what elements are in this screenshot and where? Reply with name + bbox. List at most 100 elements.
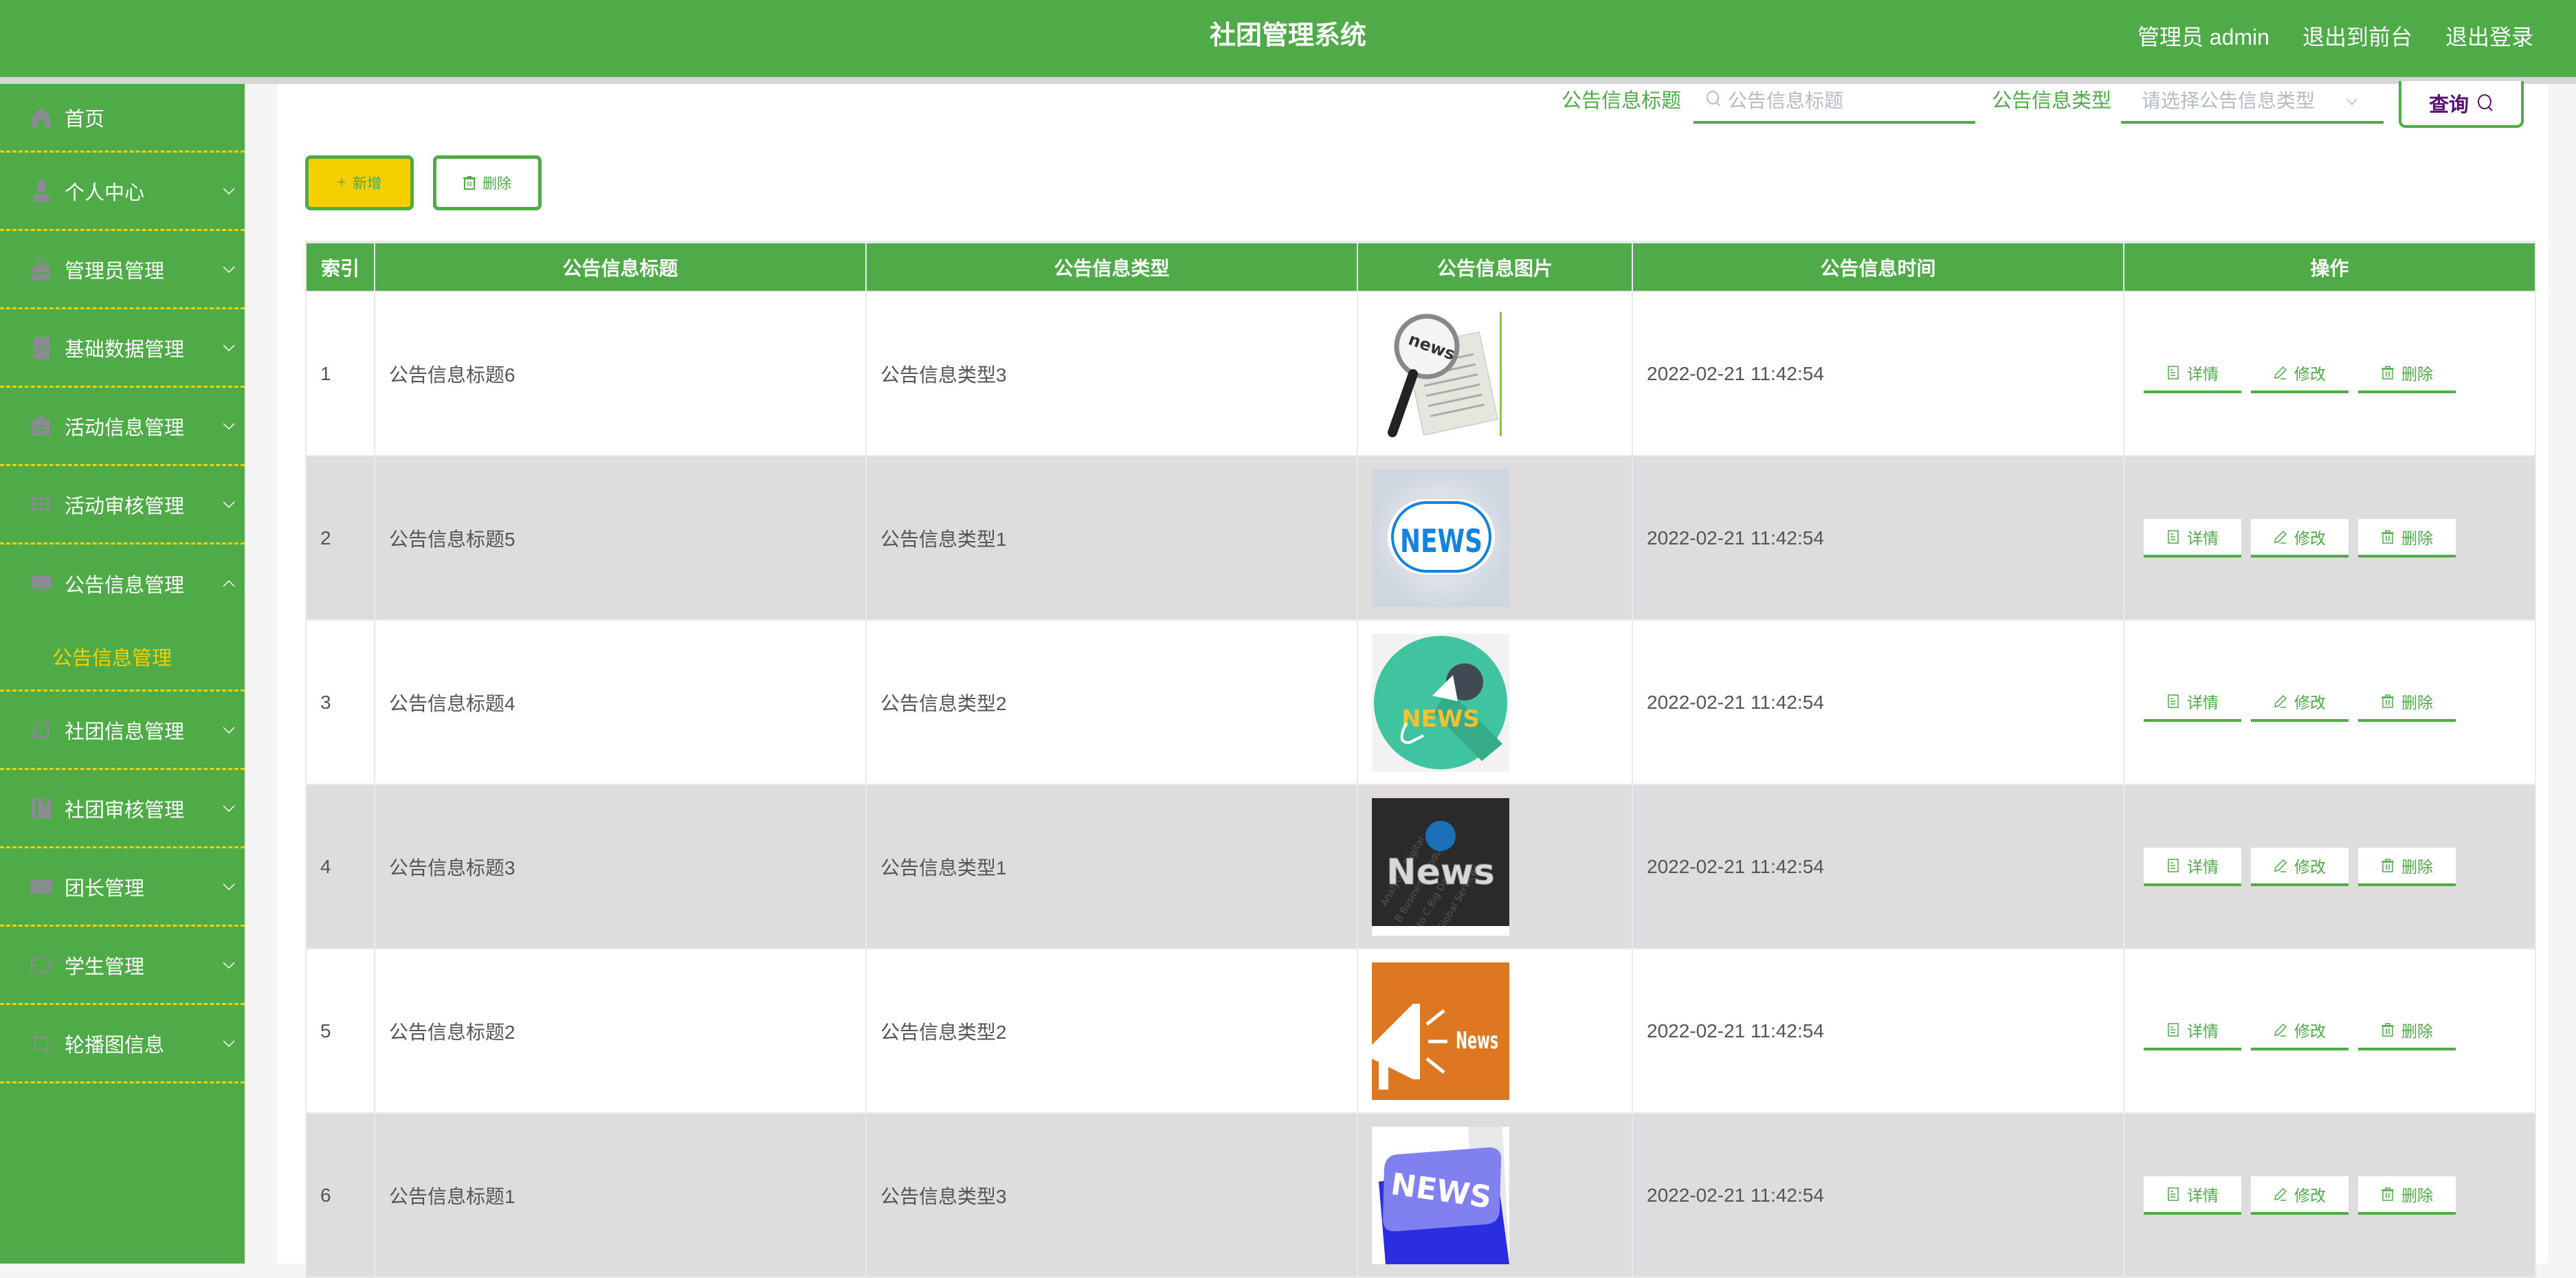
sidebar-subitem-label[interactable]: 公告信息管理 — [52, 642, 172, 671]
detail-button[interactable]: 详情 — [2144, 354, 2241, 393]
detail-button[interactable]: 详情 — [2144, 1176, 2241, 1215]
sidebar-item-club-review[interactable]: 社团审核管理 — [0, 770, 245, 848]
edit-button-label: 修改 — [2294, 693, 2326, 712]
sidebar: 首页 个人中心 管理员管理 基础数据管理 活动信息管理 活动审核管理 公告信息管… — [0, 84, 245, 1264]
column-header-time[interactable]: 公告信息时间 — [1632, 241, 2124, 292]
sidebar-subitem-notice-management[interactable]: 公告信息管理 — [0, 623, 245, 692]
type-select-placeholder: 请选择公告信息类型 — [2142, 90, 2316, 111]
crop-icon — [30, 1033, 52, 1055]
document-icon — [2168, 1022, 2179, 1037]
sidebar-item-basic-data[interactable]: 基础数据管理 — [0, 309, 245, 388]
trash-icon — [2381, 365, 2394, 379]
sidebar-item-club-info[interactable]: 社团信息管理 — [0, 692, 245, 770]
sidebar-item-student-management[interactable]: 学生管理 — [0, 927, 245, 1005]
table-row[interactable]: 4 公告信息标题3 公告信息类型1 Analytics Digital B Bus… — [305, 784, 2536, 949]
delete-button[interactable]: 删除 — [2358, 354, 2456, 393]
cell-title: 公告信息标题3 — [374, 784, 867, 949]
table-row[interactable]: 5 公告信息标题2 公告信息类型2 News 2022-02-21 11:42:… — [305, 948, 2536, 1114]
edit-button[interactable]: 修改 — [2251, 847, 2349, 886]
edit-button[interactable]: 修改 — [2251, 1176, 2349, 1215]
cell-time: 2022-02-21 11:42:54 — [1632, 948, 2124, 1114]
sidebar-item-carousel[interactable]: 轮播图信息 — [0, 1005, 245, 1083]
notice-table: 索引 公告信息标题 公告信息类型 公告信息图片 公告信息时间 操作 1 公告信息… — [305, 241, 2536, 1278]
sidebar-item-home[interactable]: 首页 — [0, 84, 245, 153]
cell-type: 公告信息类型1 — [865, 784, 1358, 949]
edit-button[interactable]: 修改 — [2251, 354, 2349, 393]
delete-button[interactable]: 删除 — [2358, 1176, 2456, 1215]
crosshair-icon — [30, 954, 52, 976]
chevron-down-icon — [223, 500, 235, 508]
table-row[interactable]: 6 公告信息标题1 公告信息类型3 NEWS 2022-02-21 11:42:… — [305, 1112, 2536, 1278]
trash-icon — [2381, 529, 2394, 544]
edit-button-label: 修改 — [2294, 1186, 2326, 1204]
sidebar-item-personal-center[interactable]: 个人中心 — [0, 153, 245, 231]
bell-off-icon — [30, 719, 52, 741]
sidebar-item-notice-management[interactable]: 公告信息管理 — [0, 544, 245, 623]
notice-thumbnail-news-globe-dark[interactable]: Analytics Digital B Business Product to C … — [1372, 797, 1509, 936]
main-content: 公告信息标题 公告信息标题 公告信息类型 请选择公告信息类型 查询 + 新增 删… — [278, 81, 2549, 1278]
sidebar-item-activity-review[interactable]: 活动审核管理 — [0, 466, 245, 544]
delete-button-label: 删除 — [2401, 857, 2433, 876]
edit-button[interactable]: 修改 — [2251, 1011, 2349, 1050]
column-header-index[interactable]: 索引 — [305, 241, 375, 292]
svg-text:NEWS: NEWS — [1401, 705, 1480, 733]
table-row[interactable]: 3 公告信息标题4 公告信息类型2 NEWS 2022-02-21 11:42:… — [305, 619, 2536, 785]
column-header-type[interactable]: 公告信息类型 — [865, 241, 1358, 292]
query-button[interactable]: 查询 — [2399, 81, 2524, 128]
clipboard-icon — [30, 415, 52, 437]
cell-type: 公告信息类型3 — [865, 291, 1358, 456]
sidebar-item-leader-management[interactable]: 团长管理 — [0, 848, 245, 927]
sidebar-item-label: 管理员管理 — [65, 260, 165, 283]
cell-type: 公告信息类型2 — [865, 619, 1358, 785]
sidebar-group-notice: 公告信息管理 公告信息管理 — [0, 544, 245, 692]
edit-button[interactable]: 修改 — [2251, 683, 2349, 722]
lock-icon — [30, 258, 52, 280]
delete-button[interactable]: 删除 — [2358, 683, 2456, 722]
detail-button[interactable]: 详情 — [2144, 518, 2241, 558]
sidebar-item-label: 首页 — [65, 108, 105, 131]
page-scrollbar[interactable] — [2549, 84, 2576, 1264]
monitor-icon — [30, 573, 52, 595]
cell-image: NEWS — [1357, 1112, 1633, 1278]
type-select[interactable]: 请选择公告信息类型 — [2121, 84, 2384, 124]
notice-thumbnail-news-key-blue[interactable]: NEWS — [1372, 1126, 1509, 1264]
add-button[interactable]: + 新增 — [305, 155, 414, 210]
sidebar-item-label: 活动审核管理 — [65, 495, 185, 518]
cell-title: 公告信息标题4 — [374, 619, 867, 785]
title-search-placeholder: 公告信息标题 — [1728, 90, 1844, 111]
batch-delete-button[interactable]: 删除 — [433, 155, 542, 210]
pencil-icon — [2274, 366, 2287, 379]
edit-button[interactable]: 修改 — [2251, 518, 2349, 558]
notice-thumbnail-news-badge-blue[interactable]: NEWS — [1372, 469, 1509, 607]
chevron-down-icon — [223, 422, 235, 430]
sidebar-item-admin-management[interactable]: 管理员管理 — [0, 231, 245, 309]
detail-button-label: 详情 — [2187, 1022, 2219, 1040]
notice-thumbnail-news-magnifier[interactable]: news — [1372, 305, 1509, 443]
chevron-down-icon — [223, 804, 235, 812]
detail-button[interactable]: 详情 — [2144, 847, 2241, 886]
search-icon — [2478, 94, 2493, 111]
detail-button[interactable]: 详情 — [2144, 683, 2241, 722]
pencil-icon — [2274, 694, 2287, 708]
table-row[interactable]: 1 公告信息标题6 公告信息类型3 news 2022-02-21 11:42:… — [305, 291, 2536, 456]
detail-button-label: 详情 — [2187, 1186, 2219, 1204]
title-search-input[interactable]: 公告信息标题 — [1694, 84, 1975, 124]
notice-thumbnail-news-microphone-green[interactable]: NEWS — [1372, 633, 1509, 771]
sidebar-item-activity-info[interactable]: 活动信息管理 — [0, 388, 245, 466]
exit-to-frontend-link[interactable]: 退出到前台 — [2302, 20, 2412, 52]
cell-actions: 详情 修改 删除 — [2123, 291, 2536, 456]
table-row[interactable]: 2 公告信息标题5 公告信息类型1 NEWS 2022-02-21 11:42:… — [305, 455, 2536, 621]
detail-button[interactable]: 详情 — [2144, 1011, 2241, 1050]
document-icon — [2168, 365, 2179, 379]
delete-button[interactable]: 删除 — [2358, 1011, 2456, 1050]
column-header-image[interactable]: 公告信息图片 — [1357, 241, 1633, 292]
notice-thumbnail-news-megaphone-orange[interactable]: News — [1372, 962, 1509, 1100]
delete-button[interactable]: 删除 — [2358, 518, 2456, 558]
chevron-down-icon — [223, 187, 235, 195]
cell-title: 公告信息标题5 — [374, 455, 867, 621]
edit-button-label: 修改 — [2294, 364, 2326, 383]
cell-title: 公告信息标题2 — [374, 948, 867, 1114]
column-header-title[interactable]: 公告信息标题 — [374, 241, 867, 292]
logout-link[interactable]: 退出登录 — [2445, 20, 2533, 52]
delete-button[interactable]: 删除 — [2358, 847, 2456, 886]
